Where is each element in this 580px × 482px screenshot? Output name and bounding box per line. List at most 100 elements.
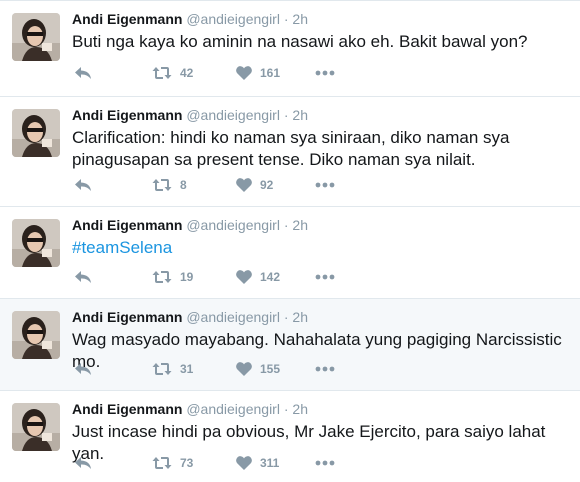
timestamp[interactable]: 2h (292, 217, 308, 233)
like-button[interactable]: 155 (236, 359, 280, 379)
tweet-actions: 19 142 (72, 267, 372, 287)
like-count: 161 (260, 66, 281, 80)
display-name[interactable]: Andi Eigenmann (72, 309, 182, 325)
tweet[interactable]: Andi Eigenmann @andieigengirl · 2h #team… (0, 206, 580, 298)
more-button[interactable] (315, 175, 335, 195)
heart-icon (236, 270, 252, 284)
tweet-header: Andi Eigenmann @andieigengirl · 2h (72, 217, 308, 233)
retweet-count: 19 (180, 270, 194, 284)
more-button[interactable] (315, 359, 335, 379)
tweet[interactable]: Andi Eigenmann @andieigengirl · 2h Just … (0, 390, 580, 482)
hashtag-link[interactable]: #teamSelena (72, 238, 172, 257)
display-name[interactable]: Andi Eigenmann (72, 107, 182, 123)
username[interactable]: @andieigengirl (186, 401, 280, 417)
retweet-icon (152, 179, 172, 191)
retweet-count: 42 (180, 66, 194, 80)
separator: · (283, 401, 289, 417)
tweet-header: Andi Eigenmann @andieigengirl · 2h (72, 309, 308, 325)
reply-button[interactable] (74, 63, 92, 83)
heart-icon (236, 456, 252, 470)
avatar[interactable] (12, 109, 60, 157)
retweet-count: 8 (180, 178, 187, 192)
reply-icon (75, 363, 91, 375)
like-count: 142 (260, 270, 281, 284)
more-dots-icon (315, 182, 335, 188)
timestamp[interactable]: 2h (292, 401, 308, 417)
tweet-text: Clarification: hindi ko naman sya sinira… (72, 127, 572, 171)
retweet-count: 31 (180, 362, 194, 376)
retweet-button[interactable]: 73 (152, 453, 193, 473)
display-name[interactable]: Andi Eigenmann (72, 401, 182, 417)
username[interactable]: @andieigengirl (186, 11, 280, 27)
tweet[interactable]: Andi Eigenmann @andieigengirl · 2h Clari… (0, 96, 580, 206)
reply-button[interactable] (74, 359, 92, 379)
heart-icon (236, 362, 252, 376)
tweet-header: Andi Eigenmann @andieigengirl · 2h (72, 11, 308, 27)
separator: · (283, 11, 289, 27)
like-count: 155 (260, 362, 281, 376)
retweet-button[interactable]: 19 (152, 267, 193, 287)
tweet-text: Buti nga kaya ko aminin na nasawi ako eh… (72, 31, 572, 53)
more-button[interactable] (315, 453, 335, 473)
avatar-image (12, 109, 60, 157)
reply-icon (75, 271, 91, 283)
more-dots-icon (315, 366, 335, 372)
avatar[interactable] (12, 13, 60, 61)
separator: · (283, 217, 289, 233)
heart-icon (236, 178, 252, 192)
username[interactable]: @andieigengirl (186, 217, 280, 233)
retweet-button[interactable]: 42 (152, 63, 193, 83)
more-dots-icon (315, 274, 335, 280)
more-button[interactable] (315, 267, 335, 287)
display-name[interactable]: Andi Eigenmann (72, 217, 182, 233)
tweet-header: Andi Eigenmann @andieigengirl · 2h (72, 107, 308, 123)
separator: · (283, 107, 289, 123)
timestamp[interactable]: 2h (292, 107, 308, 123)
like-button[interactable]: 161 (236, 63, 280, 83)
retweet-button[interactable]: 31 (152, 359, 193, 379)
avatar-image (12, 403, 60, 451)
like-button[interactable]: 311 (236, 453, 279, 473)
display-name[interactable]: Andi Eigenmann (72, 11, 182, 27)
retweet-button[interactable]: 8 (152, 175, 187, 195)
username[interactable]: @andieigengirl (186, 309, 280, 325)
avatar-image (12, 219, 60, 267)
retweet-icon (152, 67, 172, 79)
tweet-text: #teamSelena (72, 237, 572, 259)
like-button[interactable]: 92 (236, 175, 273, 195)
reply-icon (75, 179, 91, 191)
heart-icon (236, 66, 252, 80)
avatar[interactable] (12, 311, 60, 359)
reply-button[interactable] (74, 267, 92, 287)
retweet-icon (152, 457, 172, 469)
retweet-icon (152, 363, 172, 375)
tweet-header: Andi Eigenmann @andieigengirl · 2h (72, 401, 308, 417)
avatar[interactable] (12, 219, 60, 267)
reply-icon (75, 457, 91, 469)
like-button[interactable]: 142 (236, 267, 280, 287)
avatar-image (12, 13, 60, 61)
tweet-highlighted[interactable]: Andi Eigenmann @andieigengirl · 2h Wag m… (0, 298, 580, 390)
timestamp[interactable]: 2h (292, 309, 308, 325)
more-button[interactable] (315, 63, 335, 83)
reply-icon (75, 67, 91, 79)
tweet-text-line: Buti nga kaya ko aminin na nasawi ako eh… (72, 32, 528, 51)
tweet[interactable]: Andi Eigenmann @andieigengirl · 2h Buti … (0, 0, 580, 96)
separator: · (283, 309, 289, 325)
tweet-actions: 8 92 (72, 175, 372, 195)
tweet-text-line: Clarification: hindi ko naman sya sinira… (72, 128, 510, 147)
retweet-count: 73 (180, 456, 194, 470)
timestamp[interactable]: 2h (292, 11, 308, 27)
like-count: 311 (260, 456, 280, 470)
avatar-image (12, 311, 60, 359)
username[interactable]: @andieigengirl (186, 107, 280, 123)
reply-button[interactable] (74, 175, 92, 195)
like-count: 92 (260, 178, 274, 192)
tweet-actions: 42 161 (72, 63, 372, 83)
tweet-actions: 73 311 (72, 453, 372, 473)
retweet-icon (152, 271, 172, 283)
more-dots-icon (315, 460, 335, 466)
reply-button[interactable] (74, 453, 92, 473)
tweet-text-line: pinagusapan sa present tense. Diko naman… (72, 150, 476, 169)
avatar[interactable] (12, 403, 60, 451)
